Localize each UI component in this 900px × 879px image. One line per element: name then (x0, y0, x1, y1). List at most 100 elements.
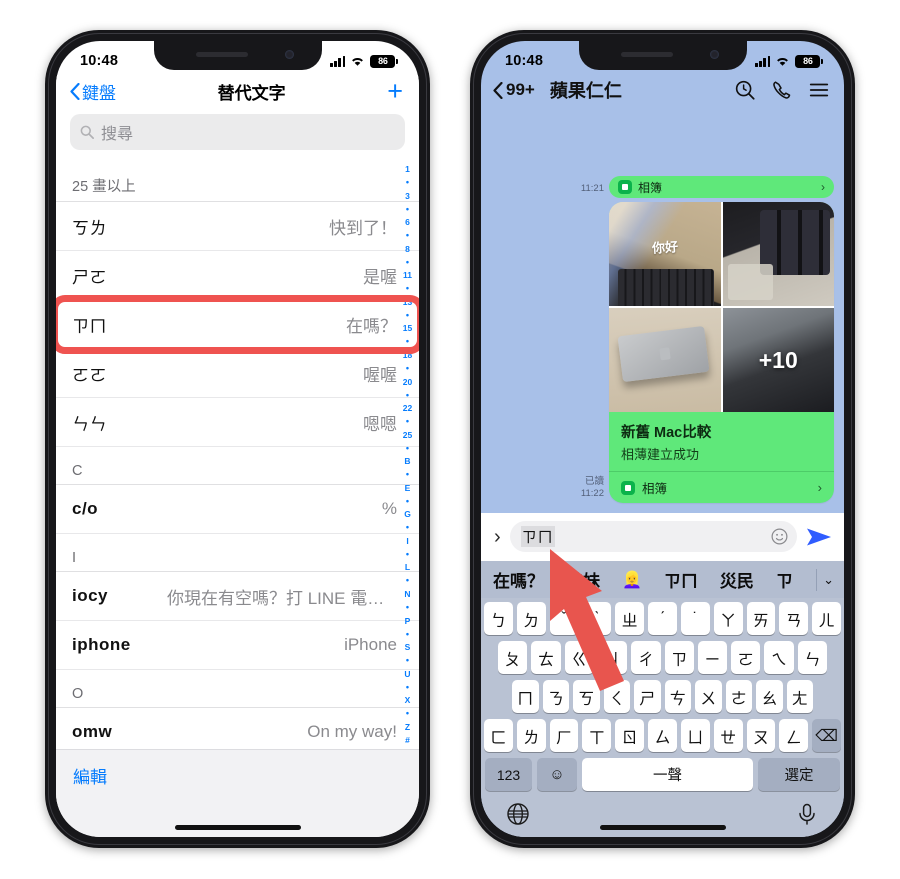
expand-chevron-right-icon[interactable]: › (494, 527, 501, 547)
bopomofo-key[interactable]: ㄨ (695, 680, 722, 713)
index-bar-entry[interactable]: X (405, 696, 411, 705)
candidate-item[interactable]: 姊妹 (566, 567, 600, 592)
space-key[interactable]: 一聲 (582, 758, 753, 791)
table-row[interactable]: ㄛㄛ 喔喔 (56, 349, 419, 398)
bopomofo-key[interactable]: ㄅ (484, 602, 513, 635)
index-bar-entry[interactable]: P (405, 617, 411, 626)
index-bar-entry[interactable]: • (406, 390, 409, 400)
bopomofo-keyboard[interactable]: ㄅㄉ ˇ ˋ ㄓ ˊ ˙ ㄚㄞㄢㄦ ㄆㄊㄍㄐㄔㄗㄧㄛㄟㄣ ㄇㄋㄎㄑㄕㄘㄨㄜㄠㄤ ㄈㄌㄏㄒㄖㄙ… (481, 598, 844, 837)
bopomofo-key[interactable]: ㄚ (713, 602, 743, 635)
select-key[interactable]: 選定 (758, 758, 840, 791)
index-bar-entry[interactable]: • (406, 363, 409, 373)
numeric-key[interactable]: 123 (485, 758, 532, 791)
index-bar-entry[interactable]: • (406, 656, 409, 665)
index-bar-entry[interactable]: 11 (403, 271, 412, 280)
table-row[interactable]: iphone iPhone (56, 621, 419, 670)
alphabet-index-bar[interactable]: 1 • 3 • 6 • 8 • 11 • 13 • 15 • 18 • 20 • 22 • 25 • B • E • G • I • L • N… (399, 165, 416, 745)
phone-call-icon[interactable] (771, 79, 793, 101)
bopomofo-key[interactable]: ㄝ (713, 719, 743, 752)
bopomofo-key[interactable]: ㄍ (564, 641, 594, 674)
index-bar-entry[interactable]: • (406, 284, 409, 293)
keyboard-bottom-row[interactable]: 123 ☺ 一聲 選定 (484, 758, 841, 791)
index-bar-entry[interactable]: • (406, 523, 409, 532)
bopomofo-key[interactable]: ㄜ (725, 680, 752, 713)
index-bar-entry[interactable]: • (406, 496, 409, 506)
table-row[interactable]: omw On my way! (56, 708, 419, 749)
bopomofo-key[interactable]: ㄇ (512, 680, 539, 713)
index-bar-entry[interactable]: L (405, 563, 410, 572)
candidate-item[interactable]: 災民 (720, 567, 754, 592)
index-bar-entry[interactable]: E (405, 484, 411, 493)
backspace-key[interactable]: ⌫ (812, 719, 841, 752)
candidate-item[interactable]: ㄗㄇ (664, 567, 698, 592)
bopomofo-key[interactable]: ㄆ (498, 641, 528, 674)
index-bar-entry[interactable]: 13 (403, 298, 412, 307)
table-row[interactable]: ㄣㄣ 嗯嗯 (56, 398, 419, 447)
keyboard-row-1[interactable]: ㄅㄉ ˇ ˋ ㄓ ˊ ˙ ㄚㄞㄢㄦ (484, 602, 841, 635)
table-row[interactable]: ㄕㄛ 是喔 (56, 251, 419, 300)
bopomofo-key[interactable]: ˙ (680, 602, 710, 635)
candidate-item[interactable]: 在嗎？ (493, 567, 544, 592)
message-input[interactable]: ㄗㄇ (509, 521, 797, 552)
send-arrow-icon[interactable] (806, 526, 832, 548)
bopomofo-key[interactable]: ㄟ (764, 641, 794, 674)
photo-thumbnail[interactable] (722, 202, 834, 306)
globe-icon[interactable] (506, 802, 530, 826)
bopomofo-key[interactable]: ˊ (648, 602, 677, 635)
add-shortcut-button[interactable]: + (387, 77, 403, 104)
photo-thumbnail[interactable] (609, 308, 721, 412)
bopomofo-key[interactable]: ㄑ (603, 680, 630, 713)
index-bar-entry[interactable]: • (406, 549, 409, 559)
index-bar-entry[interactable]: # (405, 736, 410, 745)
back-button[interactable]: 鍵盤 (70, 79, 116, 104)
bopomofo-key[interactable]: ㄕ (634, 680, 661, 713)
bopomofo-key[interactable]: ㄥ (779, 719, 809, 752)
bopomofo-key[interactable]: ㄔ (631, 641, 661, 674)
bopomofo-key[interactable]: ㄏ (549, 719, 579, 752)
search-input[interactable]: 搜尋 (70, 114, 405, 150)
index-bar-entry[interactable]: B (404, 457, 410, 466)
index-bar-entry[interactable]: • (406, 576, 409, 585)
index-bar-entry[interactable]: • (406, 629, 409, 639)
bopomofo-key[interactable]: ㄞ (746, 602, 776, 635)
table-row[interactable]: c/o % (56, 485, 419, 534)
album-stub-bubble[interactable]: 相簿 › (609, 176, 834, 198)
bopomofo-key[interactable]: ㄘ (664, 680, 691, 713)
index-bar-entry[interactable]: N (404, 590, 410, 599)
search-history-icon[interactable] (734, 79, 756, 101)
index-bar-entry[interactable]: 18 (403, 351, 412, 360)
index-bar-entry[interactable]: 1 (405, 165, 410, 174)
index-bar-entry[interactable]: • (406, 310, 409, 320)
chat-message-list[interactable]: 11:21 相簿 › 已讀 11:22 你好 +10 新舊 Mac比較 相薄建立… (481, 111, 844, 513)
bopomofo-key[interactable]: ㄉ (516, 602, 546, 635)
edit-button[interactable]: 編輯 (56, 749, 419, 837)
bopomofo-key[interactable]: ㄌ (516, 719, 546, 752)
index-bar-entry[interactable]: 8 (405, 245, 410, 254)
emoji-key[interactable]: ☺ (537, 758, 577, 791)
photo-thumbnail-more[interactable]: +10 (722, 308, 834, 412)
bopomofo-key[interactable]: ㄖ (615, 719, 645, 752)
back-button[interactable]: 99+ (493, 80, 535, 100)
index-bar-entry[interactable]: U (404, 670, 410, 679)
bopomofo-key[interactable]: ㄊ (531, 641, 561, 674)
bopomofo-key[interactable]: ㄐ (597, 641, 628, 674)
table-row[interactable]: ㄎㄌ 快到了！ (56, 202, 419, 251)
bopomofo-key[interactable]: ㄡ (746, 719, 776, 752)
photo-grid[interactable]: +10 (609, 202, 834, 412)
candidate-bar[interactable]: 在嗎？ 姊妹 👱‍♀️ ㄗㄇ 災民 ㄗ ⌄ (481, 561, 844, 598)
index-bar-entry[interactable]: 6 (405, 218, 410, 227)
microphone-icon[interactable] (795, 802, 819, 826)
index-bar-entry[interactable]: • (406, 204, 409, 214)
bopomofo-key[interactable]: ㄤ (786, 680, 813, 713)
keyboard-row-2[interactable]: ㄆㄊㄍㄐㄔㄗㄧㄛㄟㄣ (484, 641, 841, 674)
bopomofo-key[interactable]: ㄓ (615, 602, 645, 635)
message-row[interactable]: 已讀 11:22 +10 新舊 Mac比較 相薄建立成功 (491, 202, 834, 503)
index-bar-entry[interactable]: • (406, 231, 409, 240)
chevron-down-icon[interactable]: ⌄ (816, 568, 834, 591)
index-bar-entry[interactable]: • (406, 257, 409, 267)
index-bar-entry[interactable]: • (406, 417, 409, 426)
index-bar-entry[interactable]: • (406, 178, 409, 187)
bopomofo-key[interactable]: ㄠ (756, 680, 783, 713)
index-bar-entry[interactable]: • (406, 337, 409, 346)
bopomofo-key[interactable]: ㄋ (542, 680, 569, 713)
